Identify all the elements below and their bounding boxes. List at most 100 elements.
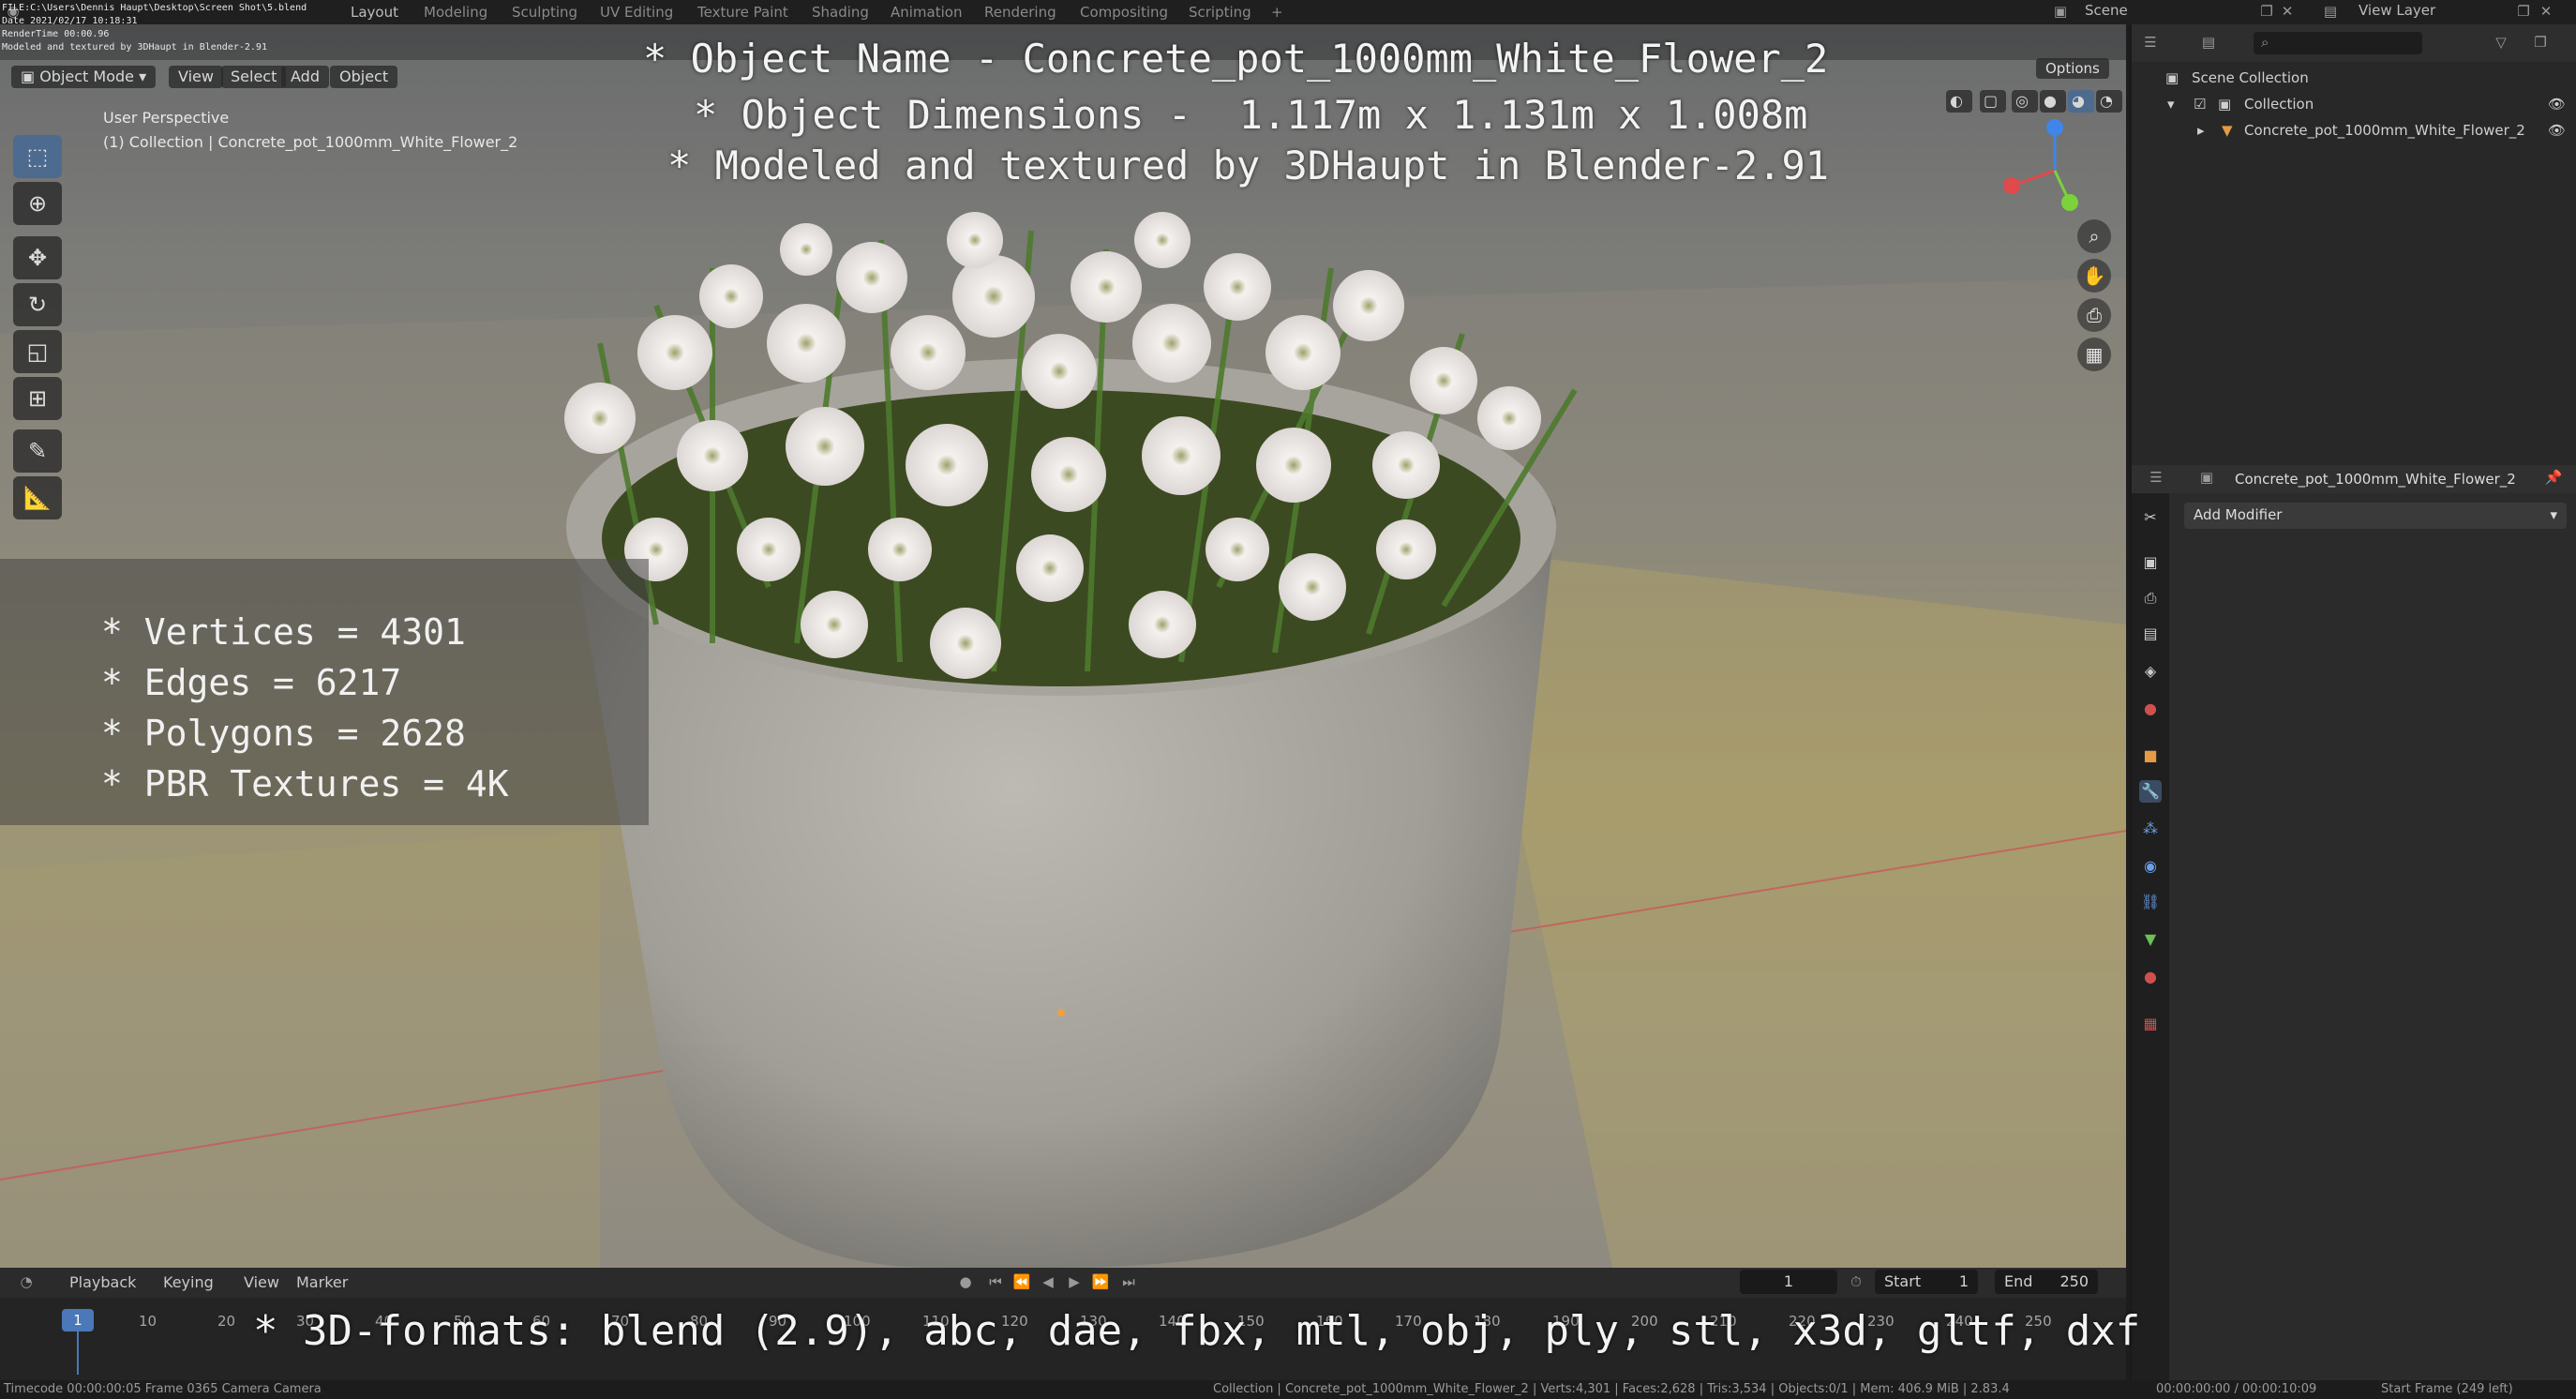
annotate-icon[interactable]: ✎: [13, 429, 62, 473]
visibility-eye-icon[interactable]: 👁: [2548, 122, 2566, 139]
new-view-layer-icon[interactable]: ❐: [2514, 3, 2533, 20]
solid-shading-icon[interactable]: ●: [2040, 90, 2066, 113]
end-frame-field[interactable]: End 250: [1995, 1270, 2098, 1294]
tool-tab-icon[interactable]: ✂: [2139, 506, 2162, 529]
stamp-credit: Modeled and textured by 3DHaupt in Blend…: [2, 42, 267, 53]
jump-end-icon[interactable]: ⏭: [1119, 1273, 1138, 1290]
jump-start-icon[interactable]: ⏮: [986, 1273, 1005, 1290]
new-collection-icon[interactable]: ❐: [2531, 34, 2550, 51]
add-modifier-dropdown[interactable]: Add Modifier ▾: [2184, 503, 2567, 529]
tab-layout[interactable]: Layout: [351, 4, 398, 21]
rotate-icon[interactable]: ↻: [13, 283, 62, 326]
view-layer-field[interactable]: View Layer: [2359, 2, 2435, 19]
world-tab-icon[interactable]: ●: [2139, 698, 2162, 720]
scene-tab-icon[interactable]: ◈: [2139, 660, 2162, 683]
stat-polygons: * Polygons = 2628: [101, 713, 466, 754]
navigation-gizmo[interactable]: [1999, 114, 2111, 227]
xray-icon[interactable]: ▢: [1980, 90, 2006, 113]
wireframe-shading-icon[interactable]: ◎: [2012, 90, 2038, 113]
start-frame-field[interactable]: Start 1: [1875, 1270, 1978, 1294]
filter-icon[interactable]: ▽: [2492, 34, 2510, 51]
modifier-tab-icon[interactable]: 🔧: [2139, 780, 2162, 803]
prev-keyframe-icon[interactable]: ⏪: [1012, 1273, 1031, 1290]
current-frame-field[interactable]: 1: [1740, 1270, 1837, 1294]
expand-arrow-icon[interactable]: ▾: [2167, 96, 2175, 113]
editor-type-icon[interactable]: ☰: [2147, 469, 2165, 486]
tab-sculpting[interactable]: Sculpting: [512, 4, 577, 21]
record-icon[interactable]: ●: [956, 1273, 975, 1290]
scene-icon[interactable]: ▣: [2051, 3, 2070, 20]
object-mode-icon: ▣: [21, 68, 40, 85]
tab-shading[interactable]: Shading: [812, 4, 869, 21]
ortho-toggle-icon[interactable]: ▦: [2077, 338, 2111, 371]
measure-icon[interactable]: 📐: [13, 476, 62, 519]
options-dropdown[interactable]: Options: [2036, 58, 2109, 79]
scale-icon[interactable]: ◱: [13, 330, 62, 373]
delete-view-layer-icon[interactable]: ✕: [2537, 3, 2555, 20]
tab-texture-paint[interactable]: Texture Paint: [697, 4, 788, 21]
tab-uv-editing[interactable]: UV Editing: [600, 4, 673, 21]
rendered-shading-icon[interactable]: ◔: [2096, 90, 2122, 113]
viewport-menu-view[interactable]: View: [169, 66, 223, 88]
new-scene-icon[interactable]: ❐: [2257, 3, 2276, 20]
object-mode-dropdown[interactable]: ▣ Object Mode ▾: [11, 66, 157, 88]
outliner-search-input[interactable]: ⌕: [2254, 32, 2422, 54]
stopwatch-icon[interactable]: ⏱: [1847, 1273, 1865, 1290]
timeline-menu-marker[interactable]: Marker: [296, 1273, 348, 1291]
expand-arrow-icon[interactable]: ▸: [2197, 122, 2205, 139]
tab-modeling[interactable]: Modeling: [424, 4, 487, 21]
outliner-row-object[interactable]: ▸ ▼ Concrete_pot_1000mm_White_Flower_2 👁: [2132, 118, 2576, 144]
render-tab-icon[interactable]: ▣: [2139, 551, 2162, 574]
viewport-menu-select[interactable]: Select: [221, 66, 287, 88]
collection-checkbox[interactable]: ☑: [2194, 96, 2206, 113]
texture-tab-icon[interactable]: ▦: [2139, 1013, 2162, 1035]
object-tab-icon[interactable]: ■: [2139, 745, 2162, 767]
viewport-menu-add[interactable]: Add: [281, 66, 329, 88]
timeline-menu-keying[interactable]: Keying: [163, 1273, 214, 1291]
material-shading-icon[interactable]: ◕: [2068, 90, 2094, 113]
output-tab-icon[interactable]: ⎙: [2139, 587, 2162, 609]
display-mode-icon[interactable]: ▤: [2199, 34, 2218, 51]
zoom-icon[interactable]: ⌕: [2077, 219, 2111, 253]
play-reverse-icon[interactable]: ◀: [1039, 1273, 1057, 1290]
constraints-tab-icon[interactable]: ⛓: [2139, 891, 2162, 913]
scene-name-field[interactable]: Scene: [2085, 2, 2128, 19]
tab-compositing[interactable]: Compositing: [1080, 4, 1168, 21]
next-keyframe-icon[interactable]: ⏩: [1091, 1273, 1110, 1290]
material-tab-icon[interactable]: ●: [2139, 966, 2162, 988]
tab-rendering[interactable]: Rendering: [984, 4, 1056, 21]
particles-tab-icon[interactable]: ⁂: [2139, 818, 2162, 840]
add-workspace-button[interactable]: +: [1271, 4, 1283, 21]
outliner-row-collection[interactable]: ▾ ☑ ▣ Collection 👁: [2132, 92, 2576, 118]
timeline-menu-view[interactable]: View: [244, 1273, 279, 1291]
play-icon[interactable]: ▶: [1065, 1273, 1084, 1290]
outliner-header: ☰ ▤ ⌕ ▽ ❐: [2132, 24, 2576, 62]
timeline-menu-playback[interactable]: Playback: [69, 1273, 136, 1291]
overlays-icon[interactable]: ◐: [1946, 90, 1972, 113]
search-icon: ⌕: [2261, 34, 2269, 51]
view-layer-icon[interactable]: ▤: [2321, 3, 2340, 20]
collection-icon: ▣: [2218, 96, 2232, 113]
tab-scripting[interactable]: Scripting: [1189, 4, 1251, 21]
editor-type-icon[interactable]: ◔: [17, 1273, 36, 1290]
mesh-data-tab-icon[interactable]: ▼: [2139, 928, 2162, 951]
tab-animation[interactable]: Animation: [891, 4, 962, 21]
end-label: End: [2004, 1272, 2033, 1290]
playhead[interactable]: 1: [62, 1309, 94, 1331]
editor-type-icon[interactable]: ☰: [2141, 34, 2160, 51]
camera-view-icon[interactable]: ⎙: [2077, 298, 2111, 332]
viewport-menu-object[interactable]: Object: [330, 66, 398, 88]
pin-icon[interactable]: 📌: [2544, 469, 2563, 486]
view-layer-tab-icon[interactable]: ▤: [2139, 623, 2162, 645]
physics-tab-icon[interactable]: ◉: [2139, 855, 2162, 878]
frame-tick: 10: [139, 1313, 157, 1330]
visibility-eye-icon[interactable]: 👁: [2548, 96, 2566, 113]
outliner-row-scene-collection[interactable]: ▣ Scene Collection: [2132, 66, 2576, 92]
pan-hand-icon[interactable]: ✋: [2077, 259, 2111, 293]
move-icon[interactable]: ✥: [13, 236, 62, 279]
3d-viewport[interactable]: ▣ Object Mode ▾ View Select Add Object O…: [0, 24, 2126, 1268]
delete-scene-icon[interactable]: ✕: [2278, 3, 2297, 20]
cursor-icon[interactable]: ⊕: [13, 182, 62, 225]
select-box-icon[interactable]: ⬚: [13, 135, 62, 178]
transform-icon[interactable]: ⊞: [13, 377, 62, 420]
